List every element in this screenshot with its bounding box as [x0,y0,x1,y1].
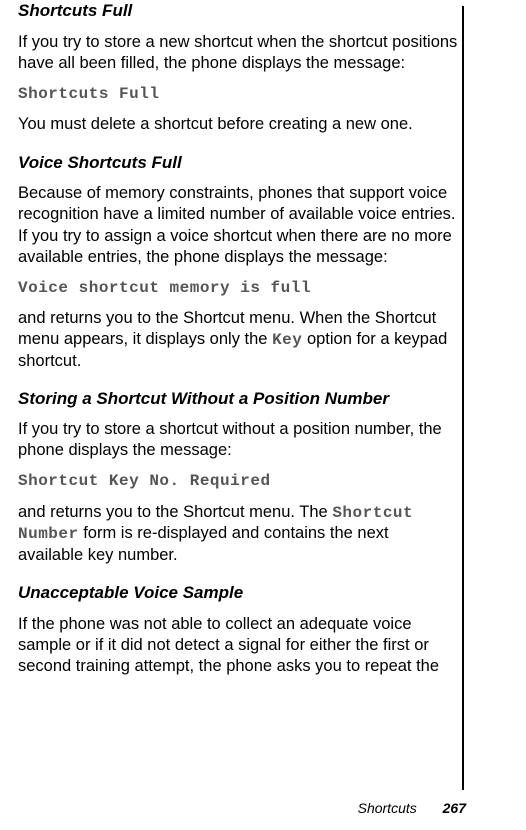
footer-section-label: Shortcuts [358,800,417,816]
para-unacceptable-voice: If the phone was not able to collect an … [18,614,458,677]
vertical-rule [462,6,464,790]
section-storing-shortcut: Storing a Shortcut Without a Position Nu… [18,388,458,566]
section-voice-shortcuts-full: Voice Shortcuts Full Because of memory c… [18,152,458,372]
para-storing-a: and returns you to the Shortcut menu. Th… [18,503,332,521]
page-footer: Shortcuts 267 [358,800,466,816]
para-voice-explain: and returns you to the Shortcut menu. Wh… [18,308,458,372]
section-shortcuts-full: Shortcuts Full If you try to store a new… [18,0,458,136]
para-storing-intro: If you try to store a shortcut without a… [18,419,458,461]
msg-shortcut-key-required: Shortcut Key No. Required [18,471,458,491]
para-storing-explain: and returns you to the Shortcut menu. Th… [18,502,458,566]
page-content: Shortcuts Full If you try to store a new… [18,0,458,677]
page: Shortcuts Full If you try to store a new… [0,0,526,830]
heading-shortcuts-full: Shortcuts Full [18,0,458,22]
msg-voice-memory-full: Voice shortcut memory is full [18,278,458,298]
key-option-label: Key [272,331,302,349]
section-unacceptable-voice: Unacceptable Voice Sample If the phone w… [18,582,458,677]
para-voice-intro: Because of memory constraints, phones th… [18,183,458,267]
heading-unacceptable-voice: Unacceptable Voice Sample [18,582,458,604]
para-shortcuts-full-intro: If you try to store a new shortcut when … [18,32,458,74]
footer-page-number: 267 [443,800,466,816]
heading-storing-shortcut: Storing a Shortcut Without a Position Nu… [18,388,458,409]
msg-shortcuts-full: Shortcuts Full [18,84,458,104]
para-shortcuts-full-explain: You must delete a shortcut before creati… [18,114,458,135]
heading-voice-shortcuts-full: Voice Shortcuts Full [18,152,458,174]
